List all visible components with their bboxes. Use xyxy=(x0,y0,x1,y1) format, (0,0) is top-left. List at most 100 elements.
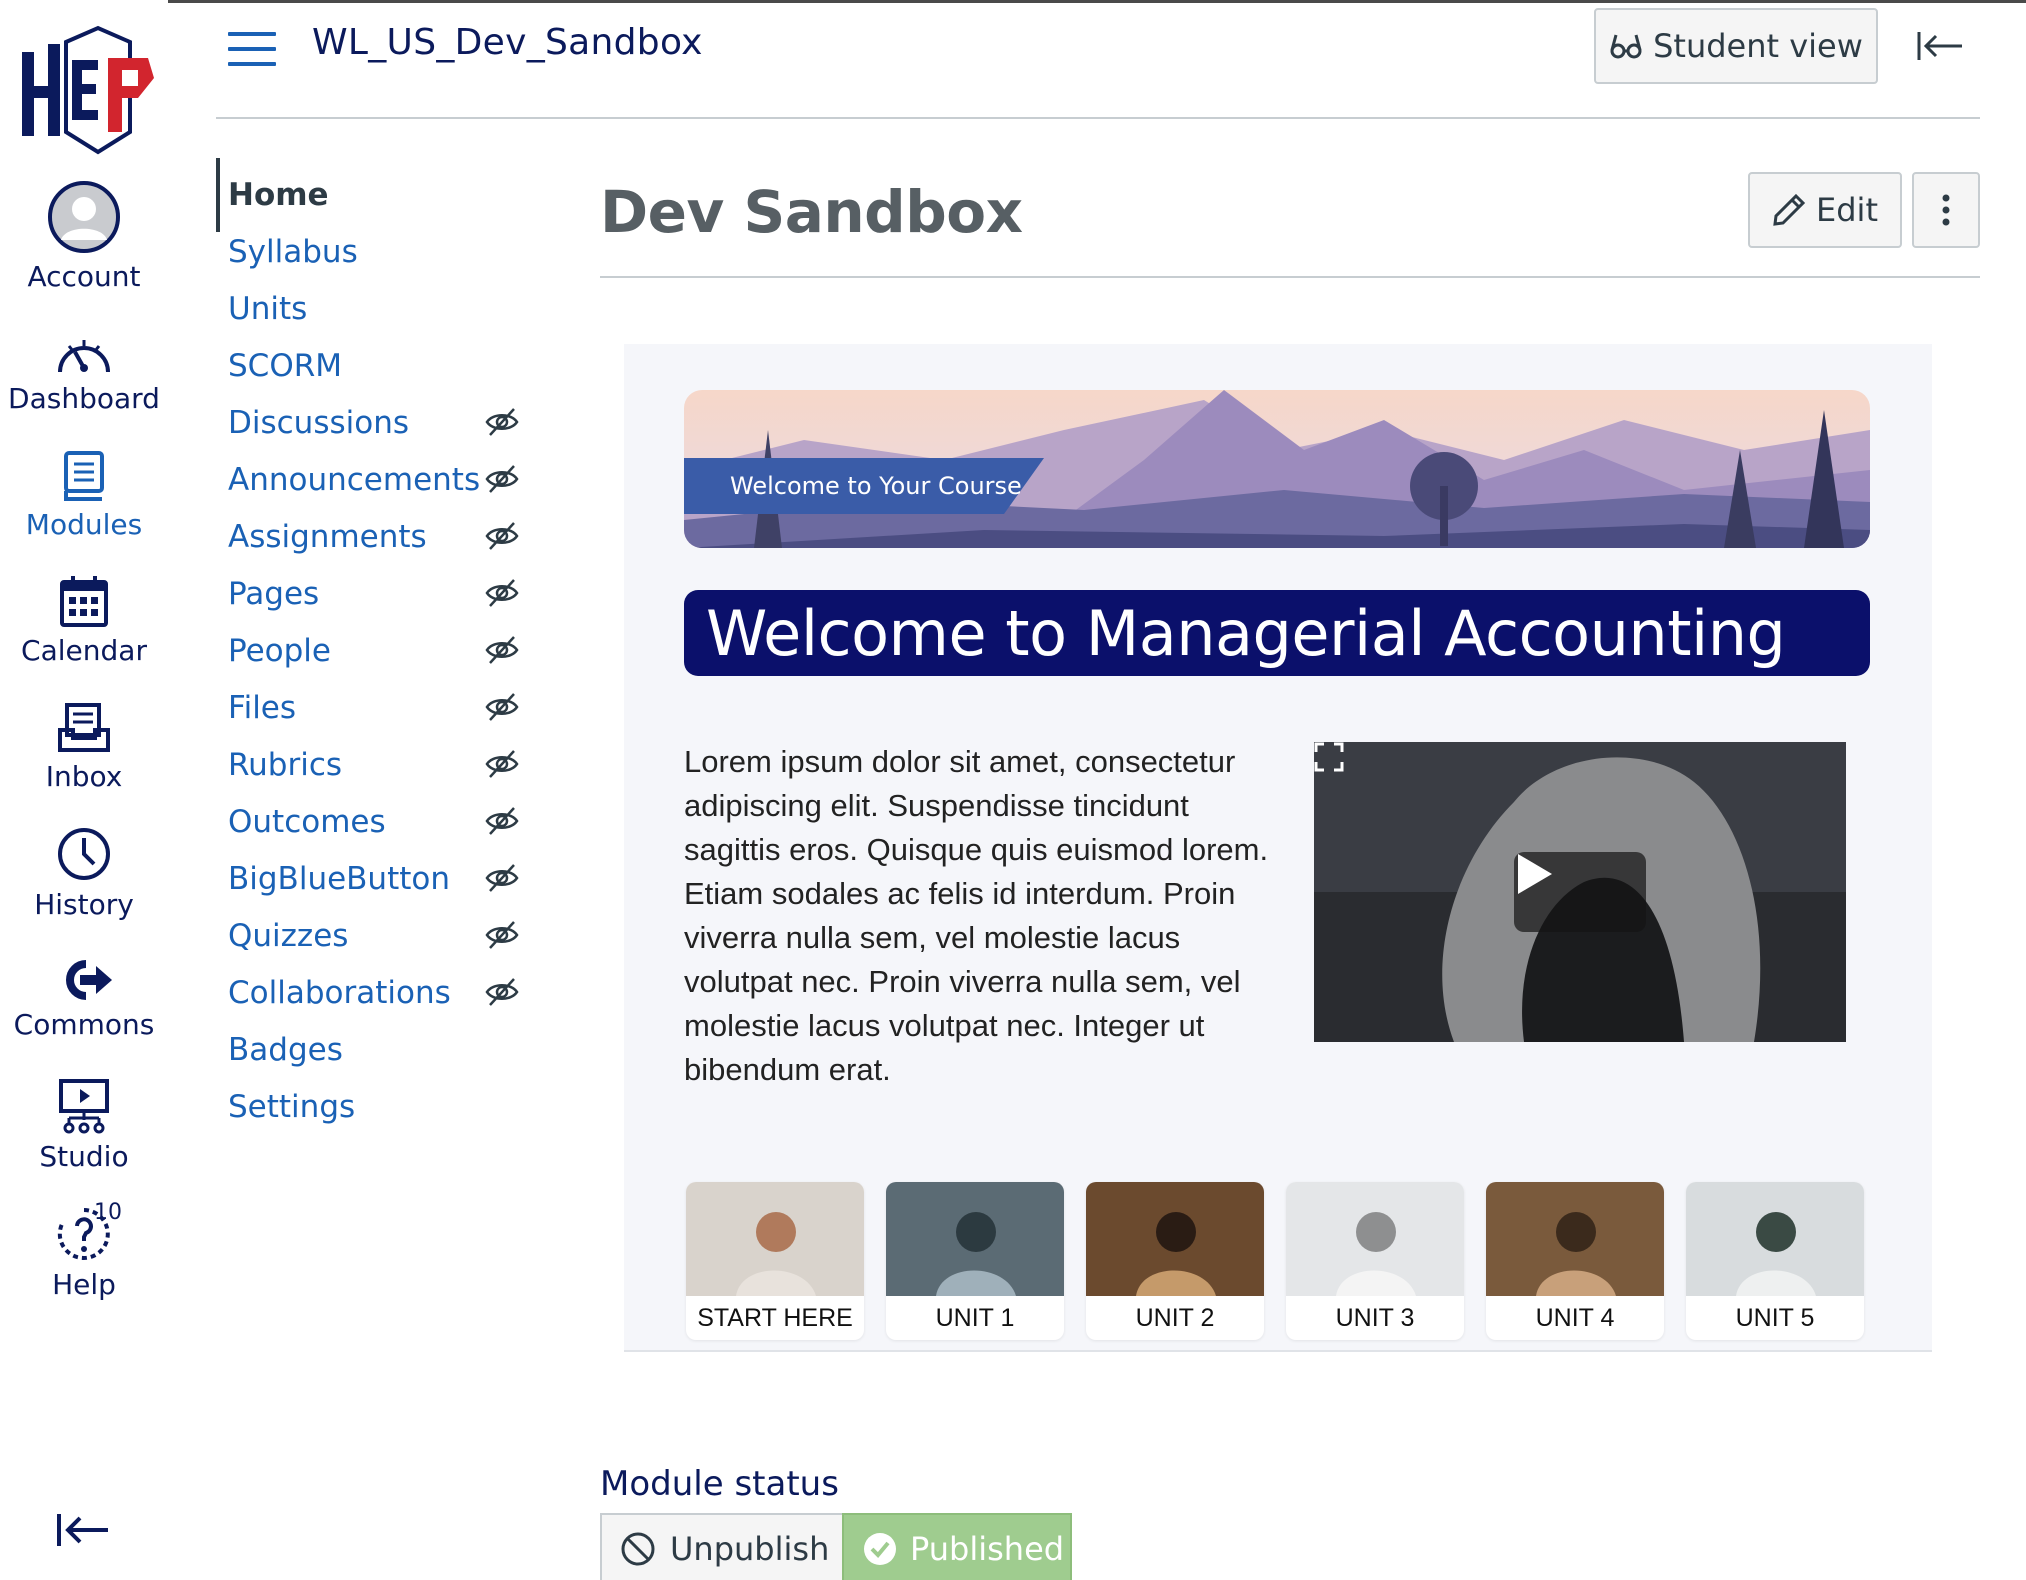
hidden-eye-icon xyxy=(485,465,519,493)
studio-icon xyxy=(59,1079,109,1134)
course-nav-label: Assignments xyxy=(228,519,427,555)
course-nav-label: Announcements xyxy=(228,462,481,498)
course-menu-toggle[interactable] xyxy=(228,32,276,66)
page-title: Dev Sandbox xyxy=(600,178,1023,246)
hep-logo[interactable] xyxy=(14,22,166,162)
unit-label: UNIT 1 xyxy=(935,1303,1015,1332)
global-nav-label: History xyxy=(34,888,134,921)
course-nav-label: Outcomes xyxy=(228,804,386,840)
unit-photo-image xyxy=(1286,1182,1464,1296)
global-navigation: Account Dashboard Modules Calendar Inbox… xyxy=(0,0,168,1580)
hidden-eye-icon xyxy=(485,750,519,778)
global-nav-dashboard[interactable]: Dashboard xyxy=(0,334,168,415)
unit-label: START HERE xyxy=(697,1303,853,1332)
module-status-label: Module status xyxy=(600,1464,839,1504)
inbox-icon xyxy=(58,703,110,752)
check-circle-icon xyxy=(864,1533,896,1565)
global-nav-help[interactable]: 10 Help xyxy=(0,1200,168,1301)
global-nav-label: Commons xyxy=(13,1008,155,1041)
global-nav-modules[interactable]: Modules xyxy=(0,450,168,541)
global-nav-inbox[interactable]: Inbox xyxy=(0,702,168,793)
course-breadcrumb[interactable]: WL_US_Dev_Sandbox xyxy=(312,22,703,63)
unit-photo-image xyxy=(886,1182,1064,1296)
course-nav-label: Pages xyxy=(228,576,320,612)
global-nav-label: Inbox xyxy=(45,760,123,793)
global-nav-account[interactable]: Account xyxy=(0,180,168,293)
unit-label: UNIT 5 xyxy=(1735,1303,1815,1332)
course-nav-label: BigBlueButton xyxy=(228,861,450,897)
course-nav-label: Units xyxy=(228,291,308,327)
calendar-icon xyxy=(60,576,108,627)
hidden-eye-icon xyxy=(485,807,519,835)
unit-photo-image xyxy=(1086,1182,1264,1296)
unit-tile-1[interactable]: UNIT 1 xyxy=(886,1182,1064,1340)
clock-icon xyxy=(58,828,110,880)
published-button[interactable]: Published xyxy=(842,1513,1072,1580)
help-badge: 10 xyxy=(94,1200,122,1225)
course-nav-item-settings[interactable]: Settings xyxy=(216,1070,536,1144)
welcome-heading: Welcome to Managerial Accounting xyxy=(684,590,1870,676)
pencil-icon xyxy=(1773,193,1806,226)
course-nav-label: Quizzes xyxy=(228,918,349,954)
more-options-button[interactable] xyxy=(1912,172,1980,248)
hidden-eye-icon xyxy=(485,636,519,664)
global-nav-label: Account xyxy=(27,260,141,293)
global-nav-commons[interactable]: Commons xyxy=(0,958,168,1041)
play-icon xyxy=(1518,854,1552,894)
unit-tile-3[interactable]: UNIT 3 xyxy=(1286,1182,1464,1340)
global-nav-label: Studio xyxy=(39,1140,129,1173)
course-home-content: Welcome to Your Course Welcome to Manage… xyxy=(624,344,1932,1352)
global-nav-label: Calendar xyxy=(21,634,147,667)
title-divider xyxy=(600,276,1980,278)
global-nav-calendar[interactable]: Calendar xyxy=(0,574,168,667)
header-divider xyxy=(216,117,1980,119)
unit-photo-image xyxy=(1486,1182,1664,1296)
edit-button[interactable]: Edit xyxy=(1748,172,1902,248)
intro-video-player[interactable] xyxy=(1314,742,1846,1042)
unit-photo-image xyxy=(686,1182,864,1296)
course-nav-label: Settings xyxy=(228,1089,356,1125)
student-view-button[interactable]: Student view xyxy=(1594,8,1878,84)
banner-label: Welcome to Your Course xyxy=(730,472,1022,500)
global-nav-label: Modules xyxy=(25,508,143,541)
collapse-course-nav-icon[interactable] xyxy=(1916,26,1964,66)
global-nav-studio[interactable]: Studio xyxy=(0,1078,168,1173)
global-nav-label: Dashboard xyxy=(8,382,160,415)
unit-tile-4[interactable]: UNIT 4 xyxy=(1486,1182,1664,1340)
hidden-eye-icon xyxy=(485,522,519,550)
course-nav-label: Badges xyxy=(228,1032,343,1068)
unit-tile-5[interactable]: UNIT 5 xyxy=(1686,1182,1864,1340)
glasses-icon xyxy=(1610,34,1642,59)
global-nav-label: Help xyxy=(52,1268,116,1301)
dashboard-icon xyxy=(58,340,110,373)
ban-icon xyxy=(621,1532,655,1566)
hidden-eye-icon xyxy=(485,693,519,721)
hidden-eye-icon xyxy=(485,978,519,1006)
hidden-eye-icon xyxy=(485,921,519,949)
fullscreen-icon[interactable] xyxy=(1314,742,1344,772)
unit-label: UNIT 3 xyxy=(1335,1303,1415,1332)
commons-icon xyxy=(66,960,112,1000)
collapse-nav-icon[interactable] xyxy=(56,1510,110,1550)
global-nav-history[interactable]: History xyxy=(0,826,168,921)
hidden-eye-icon xyxy=(485,408,519,436)
published-label: Published xyxy=(910,1530,1065,1568)
modules-icon xyxy=(64,451,104,501)
unit-tile-2[interactable]: UNIT 2 xyxy=(1086,1182,1264,1340)
course-intro-text: Lorem ipsum dolor sit amet, consectetur … xyxy=(684,744,1269,1087)
course-nav-label: Syllabus xyxy=(228,234,358,270)
unpublish-label: Unpublish xyxy=(670,1530,830,1568)
unpublish-button[interactable]: Unpublish xyxy=(600,1513,844,1580)
unit-tile-0[interactable]: START HERE xyxy=(686,1182,864,1340)
hidden-eye-icon xyxy=(485,579,519,607)
kebab-icon xyxy=(1942,194,1950,226)
course-nav-label: Rubrics xyxy=(228,747,343,783)
avatar-icon xyxy=(48,181,120,253)
window-top-border xyxy=(0,0,2026,3)
course-nav-label: SCORM xyxy=(228,348,343,384)
play-button[interactable] xyxy=(1514,852,1646,932)
course-nav-label: Files xyxy=(228,690,297,726)
edit-label: Edit xyxy=(1816,191,1878,229)
course-nav-label: Collaborations xyxy=(228,975,451,1011)
student-view-label: Student view xyxy=(1653,27,1863,65)
